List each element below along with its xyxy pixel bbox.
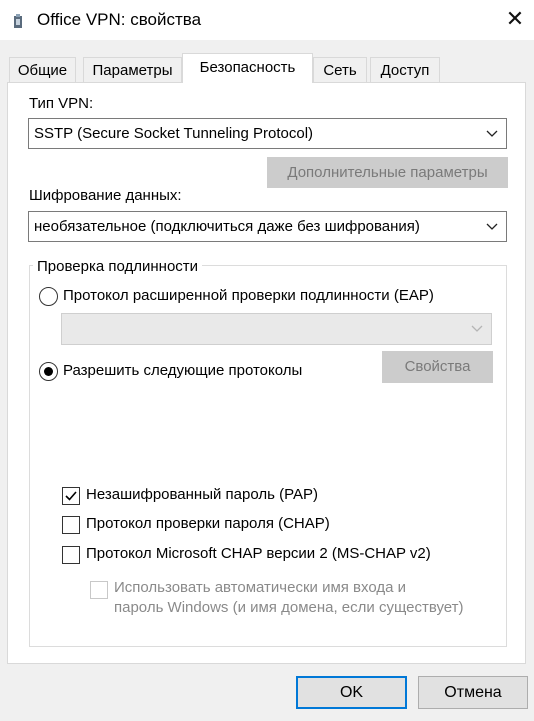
pap-label[interactable]: Незашифрованный пароль (PAP)	[86, 486, 318, 503]
eap-method-select[interactable]	[61, 313, 492, 345]
vpn-type-select[interactable]: SSTP (Secure Socket Tunneling Protocol)	[28, 118, 507, 149]
chevron-down-icon	[486, 223, 498, 230]
properties-button[interactable]: Свойства	[382, 351, 493, 383]
chevron-down-icon	[471, 325, 483, 332]
chap-checkbox[interactable]	[62, 516, 80, 534]
encryption-value: необязательное (подключиться даже без ши…	[34, 218, 420, 235]
auto-logon-checkbox[interactable]	[90, 581, 108, 599]
checkmark-icon	[65, 491, 77, 501]
radio-selected-dot	[44, 367, 53, 376]
mschapv2-checkbox[interactable]	[62, 546, 80, 564]
eap-radio-label[interactable]: Протокол расширенной проверки подлинност…	[63, 287, 434, 304]
authentication-group-title: Проверка подлинности	[33, 258, 203, 275]
vpn-type-label: Тип VPN:	[29, 95, 94, 112]
chevron-down-icon	[486, 130, 498, 137]
allow-protocols-label[interactable]: Разрешить следующие протоколы	[63, 362, 302, 379]
chap-label[interactable]: Протокол проверки пароля (CHAP)	[86, 515, 330, 532]
security-tab-content: Тип VPN: SSTP (Secure Socket Tunneling P…	[0, 0, 534, 721]
auto-logon-label-line1: Использовать автоматически имя входа и	[114, 579, 407, 596]
mschapv2-label[interactable]: Протокол Microsoft CHAP версии 2 (MS-CHA…	[86, 545, 431, 562]
advanced-settings-button[interactable]: Дополнительные параметры	[267, 157, 508, 188]
vpn-type-value: SSTP (Secure Socket Tunneling Protocol)	[34, 125, 314, 142]
allow-protocols-radio[interactable]	[39, 362, 58, 381]
auto-logon-label-line2: пароль Windows (и имя домена, если сущес…	[114, 599, 464, 616]
encryption-label: Шифрование данных:	[29, 187, 182, 204]
pap-checkbox[interactable]	[62, 487, 80, 505]
encryption-select[interactable]: необязательное (подключиться даже без ши…	[28, 211, 507, 242]
eap-radio[interactable]	[39, 287, 58, 306]
